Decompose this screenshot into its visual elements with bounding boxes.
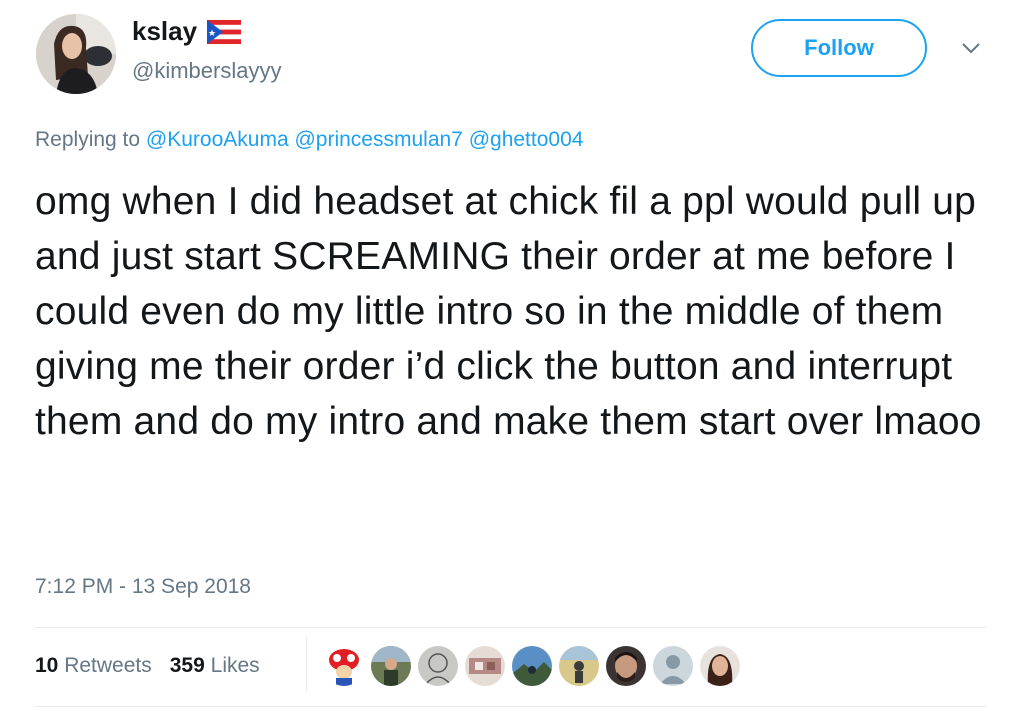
retweets-stat[interactable]: 10 Retweets bbox=[35, 654, 152, 678]
toad-avatar-icon bbox=[324, 646, 364, 686]
engagement-stats: 10 Retweets 359 Likes bbox=[35, 654, 260, 678]
likes-count: 359 bbox=[169, 654, 205, 677]
liker-avatar[interactable] bbox=[606, 646, 646, 686]
replying-to-label: Replying to bbox=[35, 128, 141, 151]
tweet-timestamp[interactable]: 7:12 PM - 13 Sep 2018 bbox=[35, 575, 251, 599]
retweets-label: Retweets bbox=[64, 654, 152, 677]
liker-avatars bbox=[324, 646, 740, 686]
mention-link[interactable]: @princessmulan7 bbox=[294, 128, 462, 151]
field-avatar-icon bbox=[559, 646, 599, 686]
liker-avatar[interactable] bbox=[324, 646, 364, 686]
liker-avatar[interactable] bbox=[465, 646, 505, 686]
liker-avatar[interactable] bbox=[653, 646, 693, 686]
divider bbox=[35, 627, 987, 628]
liker-avatar[interactable] bbox=[418, 646, 458, 686]
display-name-text: kslay bbox=[132, 16, 198, 46]
man-avatar-icon bbox=[606, 646, 646, 686]
liker-avatar[interactable] bbox=[559, 646, 599, 686]
tweet-text: omg when I did headset at chick fil a pp… bbox=[35, 180, 982, 443]
user-handle[interactable]: @kimberslayyy bbox=[132, 58, 281, 84]
chevron-down-icon[interactable] bbox=[960, 40, 982, 56]
outdoor-avatar-icon bbox=[371, 646, 411, 686]
display-name[interactable]: kslay bbox=[132, 16, 242, 47]
avatar[interactable] bbox=[36, 14, 116, 94]
likes-stat[interactable]: 359 Likes bbox=[170, 654, 260, 678]
woman-avatar-icon bbox=[700, 646, 740, 686]
replying-to-line: Replying to @KurooAkuma @princessmulan7 … bbox=[35, 128, 583, 152]
follow-button[interactable]: Follow bbox=[751, 19, 927, 77]
mention-link[interactable]: @KurooAkuma bbox=[146, 128, 289, 151]
puerto-rico-flag-icon bbox=[207, 19, 242, 44]
divider bbox=[35, 706, 987, 707]
mention-link[interactable]: @ghetto004 bbox=[469, 128, 584, 151]
default-avatar-icon bbox=[653, 646, 693, 686]
profile-photo-icon bbox=[36, 14, 116, 94]
landscape-avatar-icon bbox=[512, 646, 552, 686]
vertical-divider bbox=[306, 636, 307, 692]
liker-avatar[interactable] bbox=[371, 646, 411, 686]
liker-avatar[interactable] bbox=[700, 646, 740, 686]
sketch-avatar-icon bbox=[418, 646, 458, 686]
retweets-count: 10 bbox=[35, 654, 59, 677]
liker-avatar[interactable] bbox=[512, 646, 552, 686]
photo-avatar-icon bbox=[465, 646, 505, 686]
likes-label: Likes bbox=[210, 654, 260, 677]
